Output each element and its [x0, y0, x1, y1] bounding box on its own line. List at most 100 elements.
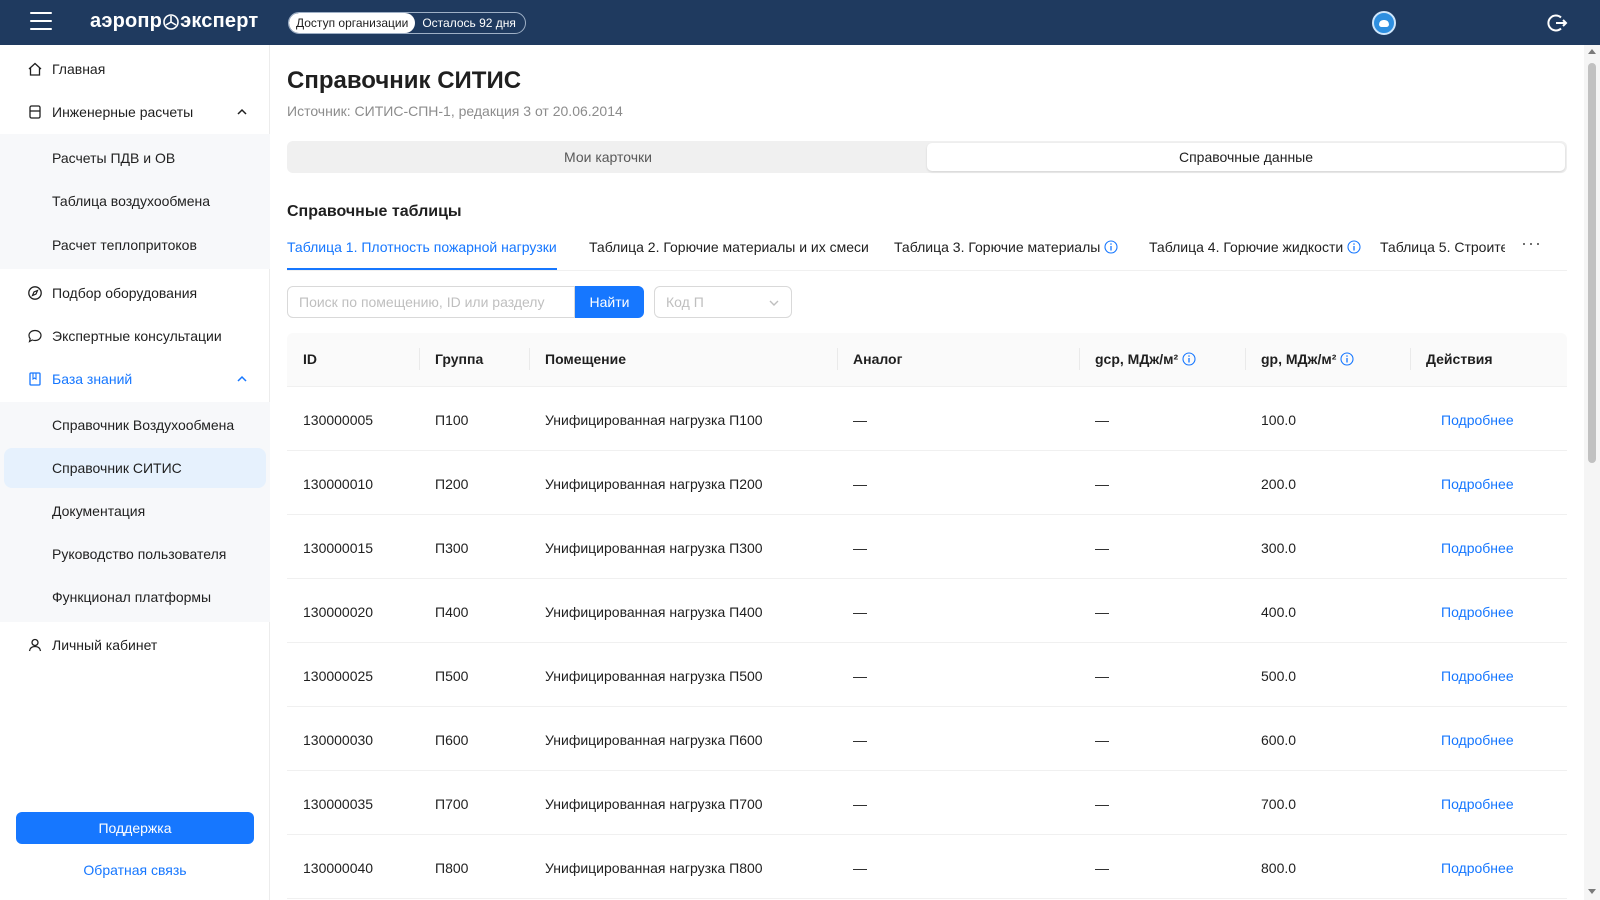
sidebar-item-account[interactable]: Личный кабинет: [0, 625, 270, 665]
cell-gp: 200.0: [1261, 476, 1297, 492]
details-link[interactable]: Подробнее: [1441, 540, 1514, 556]
cell-gcp: —: [1095, 412, 1109, 428]
tab-table-5[interactable]: Таблица 5. Строите: [1380, 239, 1505, 255]
sidebar-item-documentation[interactable]: Документация: [4, 491, 266, 531]
tab-label: Таблица 1. Плотность пожарной нагрузки: [287, 239, 557, 255]
app-logo[interactable]: аэропр эксперт: [90, 10, 258, 33]
segment-my-cards[interactable]: Мои карточки: [289, 143, 927, 171]
logo-propeller-icon: [163, 13, 179, 30]
details-link[interactable]: Подробнее: [1441, 796, 1514, 812]
table-row: 130000040 П800 Унифицированная нагрузка П8…: [287, 835, 1567, 899]
calculator-icon: [29, 105, 41, 119]
details-link[interactable]: Подробнее: [1441, 412, 1514, 428]
cell-group: П800: [435, 860, 469, 876]
cell-gcp: —: [1095, 732, 1109, 748]
cell-analog: —: [853, 732, 867, 748]
cell-gp: 800.0: [1261, 860, 1297, 876]
logo-text-left: аэропр: [90, 10, 163, 32]
sidebar-item-home[interactable]: Главная: [0, 49, 270, 89]
cell-id: 130000035: [303, 796, 374, 812]
details-link[interactable]: Подробнее: [1441, 476, 1514, 492]
cell-room: Унифицированная нагрузка П800: [545, 860, 763, 876]
table-row: 130000010 П200 Унифицированная нагрузка П2…: [287, 451, 1567, 515]
details-link[interactable]: Подробнее: [1441, 860, 1514, 876]
segment-reference-data[interactable]: Справочные данные: [927, 143, 1565, 171]
cell-gcp: —: [1095, 476, 1109, 492]
sidebar-item-expert[interactable]: Экспертные консультации: [0, 316, 270, 356]
user-icon: [28, 638, 42, 652]
sidebar-item-pdv[interactable]: Расчеты ПДВ и ОВ: [4, 138, 266, 178]
menu-icon[interactable]: [30, 12, 52, 32]
view-switcher: Мои карточки Справочные данные: [287, 141, 1567, 173]
sidebar-item-label: Расчет теплопритоков: [52, 237, 197, 253]
feedback-link[interactable]: Обратная связь: [0, 862, 270, 878]
page-title: Справочник СИТИС: [287, 67, 522, 94]
cell-group: П400: [435, 604, 469, 620]
cell-id: 130000010: [303, 476, 374, 492]
table-row: 130000035 П700 Унифицированная нагрузка П7…: [287, 771, 1567, 835]
cell-group: П500: [435, 668, 469, 684]
sidebar-item-platform-features[interactable]: Функционал платформы: [4, 577, 266, 617]
sidebar-item-user-guide[interactable]: Руководство пользователя: [4, 534, 266, 574]
logout-icon[interactable]: [1546, 12, 1568, 34]
tabs-more-button[interactable]: ···: [1521, 233, 1542, 254]
knowledge-submenu: Справочник Воздухообмена Справочник СИТИ…: [0, 402, 270, 622]
search-input[interactable]: [287, 286, 575, 318]
cell-gcp: —: [1095, 668, 1109, 684]
sidebar-item-air-reference[interactable]: Справочник Воздухообмена: [4, 405, 266, 445]
scrollbar-thumb[interactable]: [1588, 63, 1596, 463]
cell-room: Унифицированная нагрузка П400: [545, 604, 763, 620]
cell-id: 130000030: [303, 732, 374, 748]
column-divider: [837, 348, 838, 370]
search-button[interactable]: Найти: [575, 286, 644, 318]
column-label: Аналог: [853, 351, 903, 367]
scroll-down-arrow-icon[interactable]: [1588, 889, 1596, 894]
column-header-analog: Аналог: [853, 351, 902, 367]
top-header: аэропр эксперт Доступ организации Остало…: [0, 0, 1600, 45]
details-link[interactable]: Подробнее: [1441, 604, 1514, 620]
column-header-gcp: gср, МДж/м²: [1095, 351, 1196, 367]
column-header-room: Помещение: [545, 351, 626, 367]
cell-gcp: —: [1095, 796, 1109, 812]
sidebar-item-knowledge[interactable]: База знаний: [0, 359, 270, 399]
table-row: 130000030 П600 Унифицированная нагрузка П6…: [287, 707, 1567, 771]
page-scrollbar[interactable]: [1584, 45, 1600, 900]
info-icon[interactable]: [1340, 352, 1354, 366]
cell-room: Унифицированная нагрузка П600: [545, 732, 763, 748]
book-icon: [29, 372, 41, 386]
remaining-days: Осталось 92 дня: [422, 16, 516, 30]
tab-table-1[interactable]: Таблица 1. Плотность пожарной нагрузки: [287, 239, 557, 255]
details-link[interactable]: Подробнее: [1441, 668, 1514, 684]
cell-group: П700: [435, 796, 469, 812]
cell-room: Унифицированная нагрузка П100: [545, 412, 763, 428]
scroll-up-arrow-icon[interactable]: [1588, 49, 1596, 54]
code-select-placeholder: Код П: [666, 294, 704, 310]
sidebar-item-label: Подбор оборудования: [52, 285, 198, 301]
column-header-gp: gр, МДж/м²: [1261, 351, 1354, 367]
sidebar-item-heat-gains[interactable]: Расчет теплопритоков: [4, 225, 266, 265]
column-divider: [529, 348, 530, 370]
info-icon[interactable]: [1347, 240, 1361, 254]
cell-group: П100: [435, 412, 469, 428]
cell-analog: —: [853, 796, 867, 812]
sidebar-item-engineering[interactable]: Инженерные расчеты: [0, 92, 270, 132]
details-link[interactable]: Подробнее: [1441, 732, 1514, 748]
support-button[interactable]: Поддержка: [16, 812, 254, 844]
code-select[interactable]: Код П: [654, 286, 792, 318]
info-icon[interactable]: [1104, 240, 1118, 254]
tab-table-3[interactable]: Таблица 3. Горючие материалы: [894, 239, 1118, 255]
sidebar-item-equipment[interactable]: Подбор оборудования: [0, 273, 270, 313]
sidebar-item-sitis-reference[interactable]: Справочник СИТИС: [4, 448, 266, 488]
sidebar-item-air-exchange-table[interactable]: Таблица воздухообмена: [4, 181, 266, 221]
sidebar-item-label: Документация: [52, 503, 146, 519]
engineering-submenu: Расчеты ПДВ и ОВ Таблица воздухообмена Р…: [0, 134, 270, 269]
info-icon[interactable]: [1182, 352, 1196, 366]
table-header: ID Группа Помещение Аналог gср, МДж/м² g…: [287, 333, 1567, 387]
tab-table-4[interactable]: Таблица 4. Горючие жидкости: [1149, 239, 1361, 255]
tab-table-2[interactable]: Таблица 2. Горючие материалы и их смеси: [589, 239, 869, 255]
user-avatar[interactable]: [1372, 11, 1396, 35]
compass-icon: [28, 286, 42, 300]
cell-analog: —: [853, 412, 867, 428]
column-label: ID: [303, 351, 317, 367]
column-label: gср, МДж/м²: [1095, 351, 1179, 367]
